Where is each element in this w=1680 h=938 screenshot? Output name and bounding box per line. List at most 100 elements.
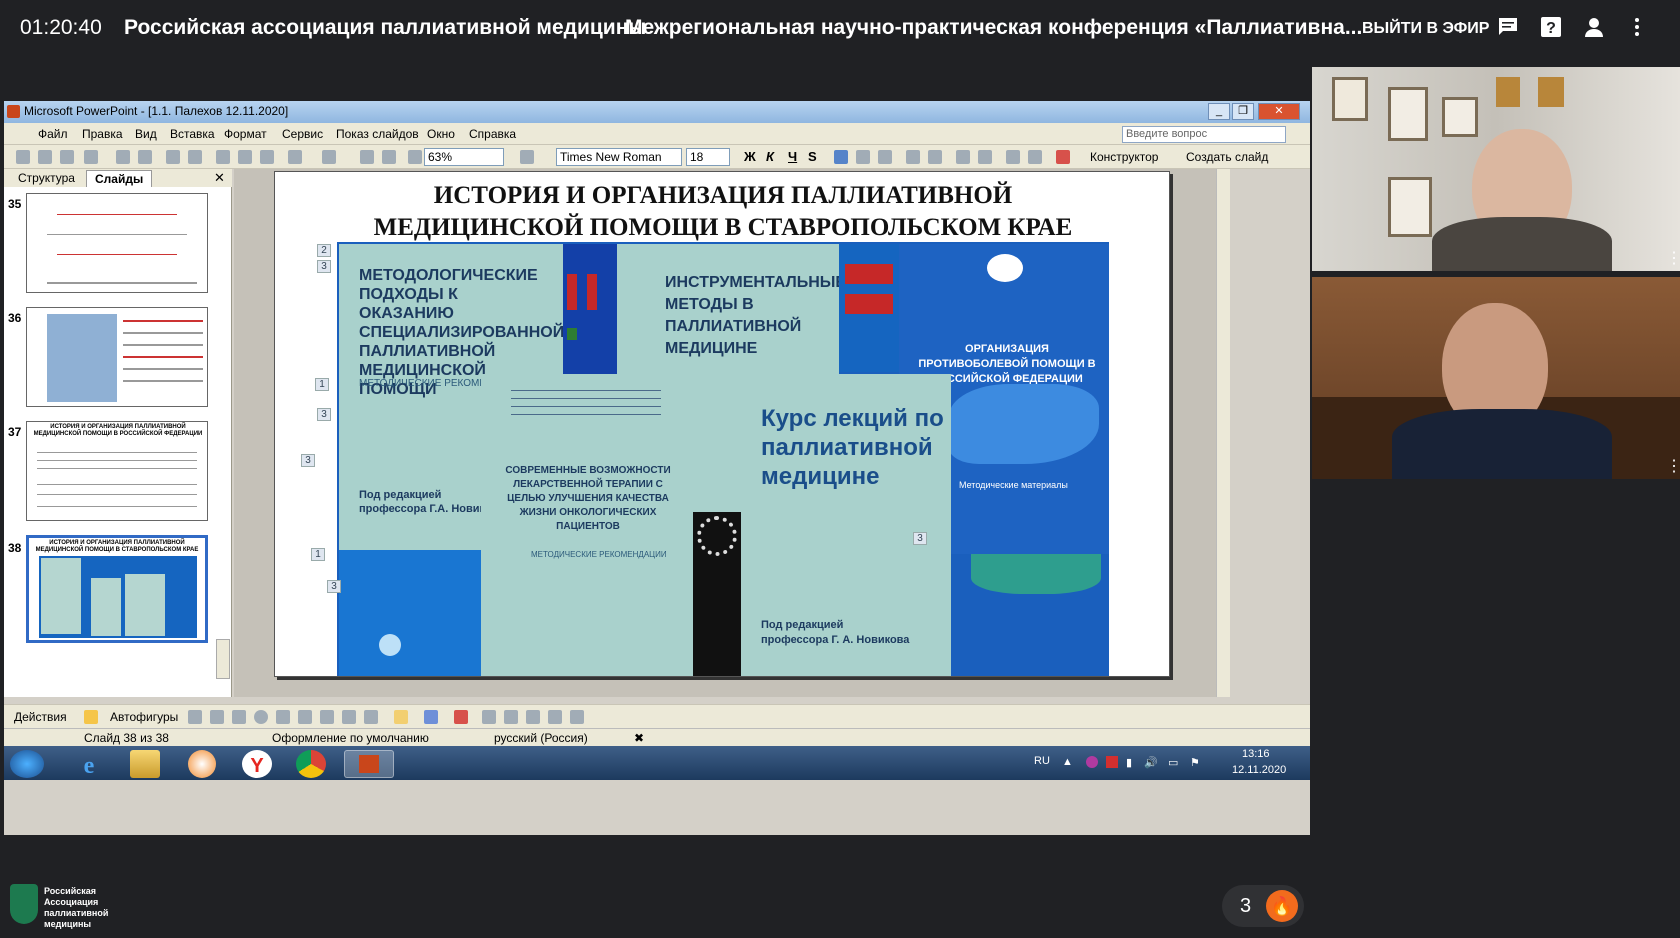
menu-tools[interactable]: Сервис: [282, 127, 323, 141]
table-icon[interactable]: [382, 150, 396, 164]
participant-video-2[interactable]: ⋮: [1312, 277, 1680, 479]
fill-color-icon[interactable]: [394, 710, 408, 724]
tab-slides[interactable]: Слайды: [86, 170, 153, 187]
animation-badge[interactable]: 3: [913, 532, 927, 545]
slide-thumb-38[interactable]: ИСТОРИЯ И ОРГАНИЗАЦИЯ ПАЛЛИАТИВНОЙ МЕДИЦ…: [26, 535, 208, 643]
redo-icon[interactable]: [322, 150, 336, 164]
research-icon[interactable]: [188, 150, 202, 164]
font-size-select[interactable]: 18: [686, 148, 730, 166]
panel-scrollbar[interactable]: [216, 639, 230, 679]
powerpoint-task[interactable]: [344, 750, 394, 778]
ie-icon[interactable]: e: [68, 750, 110, 779]
help-toolbar-icon[interactable]: [520, 150, 534, 164]
indent-decrease-icon[interactable]: [1006, 150, 1020, 164]
tray-network-icon[interactable]: ▮: [1126, 756, 1132, 769]
animation-badge[interactable]: 2: [317, 244, 331, 257]
indent-increase-icon[interactable]: [1028, 150, 1042, 164]
slide-thumb-36[interactable]: [26, 307, 208, 407]
new-slide-button[interactable]: Создать слайд: [1186, 150, 1268, 164]
slide-scrollbar[interactable]: [1216, 169, 1230, 697]
autoshapes-menu[interactable]: Автофигуры: [110, 710, 178, 724]
3d-icon[interactable]: [570, 710, 584, 724]
slide-thumb-35[interactable]: [26, 193, 208, 293]
align-center-icon[interactable]: [856, 150, 870, 164]
rectangle-icon[interactable]: [232, 710, 246, 724]
participant-video-1[interactable]: ⋮: [1312, 67, 1680, 271]
slide-thumb-37[interactable]: ИСТОРИЯ И ОРГАНИЗАЦИЯ ПАЛЛИАТИВНОЙ МЕДИЦ…: [26, 421, 208, 521]
arrow-style-icon[interactable]: [526, 710, 540, 724]
minimize-button[interactable]: _: [1208, 103, 1230, 120]
menu-help[interactable]: Справка: [469, 127, 516, 141]
menu-format[interactable]: Формат: [224, 127, 267, 141]
underline-button[interactable]: Ч: [788, 149, 797, 164]
designer-button[interactable]: Конструктор: [1090, 150, 1158, 164]
input-language[interactable]: RU: [1034, 755, 1050, 767]
textbox-icon[interactable]: [276, 710, 290, 724]
diagram-icon[interactable]: [320, 710, 334, 724]
action-center-icon[interactable]: ⚑: [1190, 756, 1200, 769]
save-icon[interactable]: [60, 150, 74, 164]
align-right-icon[interactable]: [878, 150, 892, 164]
help-icon[interactable]: ?: [1538, 16, 1564, 42]
more-vertical-icon[interactable]: ⋮: [1666, 251, 1680, 267]
menu-view[interactable]: Вид: [135, 127, 157, 141]
paste-icon[interactable]: [260, 150, 274, 164]
grid-icon[interactable]: [408, 150, 422, 164]
explorer-icon[interactable]: [130, 750, 160, 778]
more-vertical-icon[interactable]: ⋮: [1666, 459, 1680, 475]
fire-icon[interactable]: 🔥: [1266, 890, 1298, 922]
arrow-icon[interactable]: [210, 710, 224, 724]
bold-button[interactable]: Ж: [744, 149, 756, 164]
more-vertical-icon[interactable]: [1624, 16, 1650, 42]
tray-app-icon[interactable]: [1086, 756, 1098, 768]
picture-icon[interactable]: [364, 710, 378, 724]
bullets-icon[interactable]: [928, 150, 942, 164]
undo-icon[interactable]: [288, 150, 302, 164]
preview-icon[interactable]: [138, 150, 152, 164]
line-style-icon[interactable]: [482, 710, 496, 724]
chart-icon[interactable]: [360, 150, 374, 164]
align-left-icon[interactable]: [834, 150, 848, 164]
animation-badge[interactable]: 3: [317, 408, 331, 421]
tray-expand-icon[interactable]: ▲: [1062, 756, 1073, 768]
tray-display-icon[interactable]: ▭: [1168, 756, 1178, 769]
chrome-icon[interactable]: [296, 750, 326, 778]
dash-style-icon[interactable]: [504, 710, 518, 724]
start-button[interactable]: [10, 750, 44, 778]
animation-badge[interactable]: 3: [317, 260, 331, 273]
cut-icon[interactable]: [216, 150, 230, 164]
media-player-icon[interactable]: [188, 750, 216, 778]
menu-slideshow[interactable]: Показ слайдов: [336, 127, 419, 141]
numbering-icon[interactable]: [906, 150, 920, 164]
animation-badge[interactable]: 1: [311, 548, 325, 561]
restore-button[interactable]: ❐: [1232, 103, 1254, 120]
text-color-icon[interactable]: [454, 710, 468, 724]
shadow-icon[interactable]: [548, 710, 562, 724]
close-panel-icon[interactable]: ✕: [214, 170, 225, 186]
line-color-icon[interactable]: [424, 710, 438, 724]
volume-icon[interactable]: 🔊: [1144, 756, 1158, 769]
animation-badge[interactable]: 3: [327, 580, 341, 593]
shadow-button[interactable]: S: [808, 149, 817, 164]
actions-menu[interactable]: Действия: [14, 710, 67, 724]
oval-icon[interactable]: [254, 710, 268, 724]
menu-insert[interactable]: Вставка: [170, 127, 215, 141]
permission-icon[interactable]: [84, 150, 98, 164]
decrease-font-icon[interactable]: [978, 150, 992, 164]
yandex-icon[interactable]: Y: [242, 750, 272, 778]
animation-badge[interactable]: 3: [301, 454, 315, 467]
print-icon[interactable]: [116, 150, 130, 164]
copy-icon[interactable]: [238, 150, 252, 164]
menu-file[interactable]: Файл: [38, 127, 68, 141]
tray-antivirus-icon[interactable]: [1106, 756, 1118, 768]
person-icon[interactable]: [1581, 16, 1607, 42]
spelling-icon[interactable]: [166, 150, 180, 164]
open-icon[interactable]: [38, 150, 52, 164]
close-button[interactable]: ✕: [1258, 103, 1300, 120]
menu-window[interactable]: Окно: [427, 127, 455, 141]
wordart-icon[interactable]: [298, 710, 312, 724]
font-color-icon[interactable]: [1056, 150, 1070, 164]
zoom-select[interactable]: 63%: [424, 148, 504, 166]
go-live-button[interactable]: ВЫЙТИ В ЭФИР: [1362, 20, 1489, 38]
clipart-icon[interactable]: [342, 710, 356, 724]
